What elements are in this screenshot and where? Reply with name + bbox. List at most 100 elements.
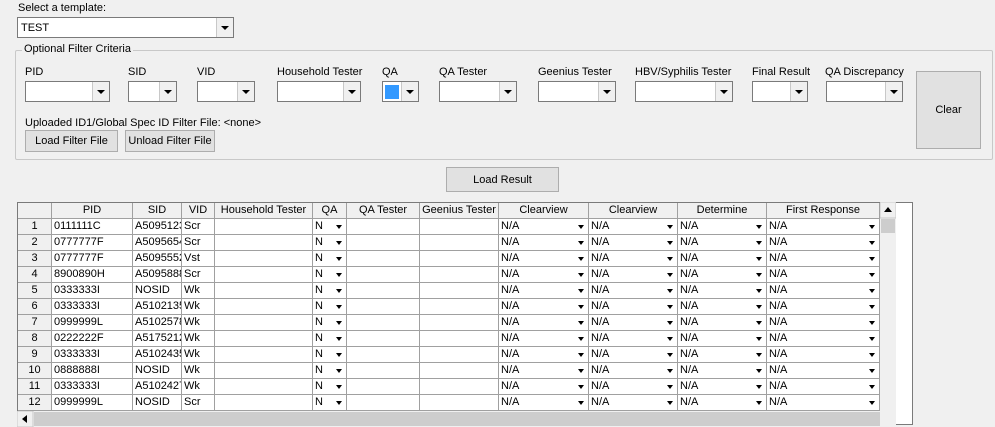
- table-row[interactable]: 1 0111111C A5095123 Scr N N/A N/A N/A N/A: [18, 219, 880, 235]
- cell-first-response[interactable]: N/A: [767, 235, 880, 251]
- cell-household-tester[interactable]: [215, 331, 313, 347]
- cell-clearview-1[interactable]: N/A: [499, 331, 589, 347]
- cell-clearview-2[interactable]: N/A: [589, 235, 678, 251]
- cell-pid[interactable]: 0999999L: [52, 315, 133, 331]
- chevron-down-icon[interactable]: [332, 315, 346, 330]
- cell-geenius-tester[interactable]: [420, 363, 499, 379]
- cell-vid[interactable]: Wk: [182, 379, 215, 395]
- cell-first-response[interactable]: N/A: [767, 363, 880, 379]
- cell-vid[interactable]: Scr: [182, 219, 215, 235]
- cell-vid[interactable]: Vst: [182, 251, 215, 267]
- chevron-down-icon[interactable]: [865, 235, 879, 250]
- chevron-down-icon[interactable]: [663, 219, 677, 234]
- filter-household-tester-select[interactable]: [277, 81, 361, 102]
- cell-clearview-2[interactable]: N/A: [589, 395, 678, 411]
- chevron-down-icon[interactable]: [574, 315, 588, 330]
- cell-qa[interactable]: N: [313, 363, 347, 379]
- cell-clearview-1[interactable]: N/A: [499, 267, 589, 283]
- chevron-down-icon[interactable]: [401, 82, 418, 101]
- table-row[interactable]: 8 0222222F A5175212 Wk N N/A N/A N/A N/A: [18, 331, 880, 347]
- cell-clearview-1[interactable]: N/A: [499, 379, 589, 395]
- cell-first-response[interactable]: N/A: [767, 283, 880, 299]
- chevron-down-icon[interactable]: [574, 331, 588, 346]
- cell-determine[interactable]: N/A: [678, 299, 767, 315]
- clear-button[interactable]: Clear: [916, 71, 981, 149]
- cell-clearview-2[interactable]: N/A: [589, 283, 678, 299]
- cell-household-tester[interactable]: [215, 283, 313, 299]
- cell-qa-tester[interactable]: [347, 395, 420, 411]
- filter-hbv-syphilis-tester-select[interactable]: [635, 81, 733, 102]
- chevron-down-icon[interactable]: [663, 379, 677, 394]
- cell-qa[interactable]: N: [313, 267, 347, 283]
- table-row[interactable]: 11 0333333I A5102427 Wk N N/A N/A N/A N/A: [18, 379, 880, 395]
- cell-first-response[interactable]: N/A: [767, 219, 880, 235]
- chevron-down-icon[interactable]: [574, 251, 588, 266]
- chevron-down-icon[interactable]: [752, 283, 766, 298]
- vertical-scrollbar[interactable]: [880, 202, 896, 425]
- cell-household-tester[interactable]: [215, 347, 313, 363]
- cell-determine[interactable]: N/A: [678, 395, 767, 411]
- chevron-down-icon[interactable]: [663, 331, 677, 346]
- chevron-down-icon[interactable]: [237, 82, 254, 101]
- header-clearview-2[interactable]: Clearview: [589, 203, 678, 219]
- load-result-button[interactable]: Load Result: [446, 167, 559, 192]
- cell-determine[interactable]: N/A: [678, 283, 767, 299]
- cell-sid[interactable]: NOSID: [133, 363, 182, 379]
- cell-clearview-1[interactable]: N/A: [499, 235, 589, 251]
- table-row[interactable]: 4 8900890H A5095888 Scr N N/A N/A N/A N/A: [18, 267, 880, 283]
- cell-sid[interactable]: NOSID: [133, 395, 182, 411]
- header-first-response[interactable]: First Response: [767, 203, 880, 219]
- cell-clearview-2[interactable]: N/A: [589, 347, 678, 363]
- unload-filter-file-button[interactable]: Unload Filter File: [125, 130, 215, 152]
- cell-determine[interactable]: N/A: [678, 363, 767, 379]
- cell-first-response[interactable]: N/A: [767, 299, 880, 315]
- cell-household-tester[interactable]: [215, 219, 313, 235]
- table-row[interactable]: 5 0333333I NOSID Wk N N/A N/A N/A N/A: [18, 283, 880, 299]
- cell-qa-tester[interactable]: [347, 379, 420, 395]
- cell-qa-tester[interactable]: [347, 299, 420, 315]
- cell-pid[interactable]: 0222222F: [52, 331, 133, 347]
- chevron-down-icon[interactable]: [574, 299, 588, 314]
- cell-sid[interactable]: A5102578: [133, 315, 182, 331]
- chevron-down-icon[interactable]: [574, 379, 588, 394]
- chevron-down-icon[interactable]: [332, 331, 346, 346]
- horizontal-scroll-thumb[interactable]: [34, 412, 880, 426]
- cell-qa-tester[interactable]: [347, 283, 420, 299]
- chevron-down-icon[interactable]: [332, 235, 346, 250]
- chevron-down-icon[interactable]: [752, 299, 766, 314]
- header-geenius-tester[interactable]: Geenius Tester: [420, 203, 499, 219]
- cell-household-tester[interactable]: [215, 251, 313, 267]
- cell-pid[interactable]: 0777777F: [52, 251, 133, 267]
- cell-qa[interactable]: N: [313, 315, 347, 331]
- chevron-down-icon[interactable]: [598, 82, 615, 101]
- filter-geenius-tester-select[interactable]: [538, 81, 616, 102]
- cell-vid[interactable]: Scr: [182, 267, 215, 283]
- chevron-down-icon[interactable]: [332, 379, 346, 394]
- chevron-down-icon[interactable]: [216, 18, 233, 37]
- chevron-down-icon[interactable]: [865, 219, 879, 234]
- cell-clearview-1[interactable]: N/A: [499, 299, 589, 315]
- cell-sid[interactable]: A5095123: [133, 219, 182, 235]
- cell-vid[interactable]: Wk: [182, 283, 215, 299]
- chevron-down-icon[interactable]: [332, 251, 346, 266]
- cell-first-response[interactable]: N/A: [767, 251, 880, 267]
- cell-clearview-2[interactable]: N/A: [589, 363, 678, 379]
- chevron-down-icon[interactable]: [663, 267, 677, 282]
- cell-clearview-1[interactable]: N/A: [499, 219, 589, 235]
- cell-pid[interactable]: 0333333I: [52, 347, 133, 363]
- cell-determine[interactable]: N/A: [678, 379, 767, 395]
- chevron-down-icon[interactable]: [752, 267, 766, 282]
- cell-qa-tester[interactable]: [347, 363, 420, 379]
- template-select[interactable]: TEST: [17, 17, 234, 38]
- chevron-down-icon[interactable]: [663, 251, 677, 266]
- cell-geenius-tester[interactable]: [420, 235, 499, 251]
- cell-qa[interactable]: N: [313, 347, 347, 363]
- cell-clearview-2[interactable]: N/A: [589, 299, 678, 315]
- header-sid[interactable]: SID: [133, 203, 182, 219]
- chevron-down-icon[interactable]: [663, 283, 677, 298]
- chevron-down-icon[interactable]: [865, 283, 879, 298]
- header-vid[interactable]: VID: [182, 203, 215, 219]
- cell-clearview-2[interactable]: N/A: [589, 315, 678, 331]
- filter-vid-select[interactable]: [197, 81, 255, 102]
- chevron-down-icon[interactable]: [92, 82, 109, 101]
